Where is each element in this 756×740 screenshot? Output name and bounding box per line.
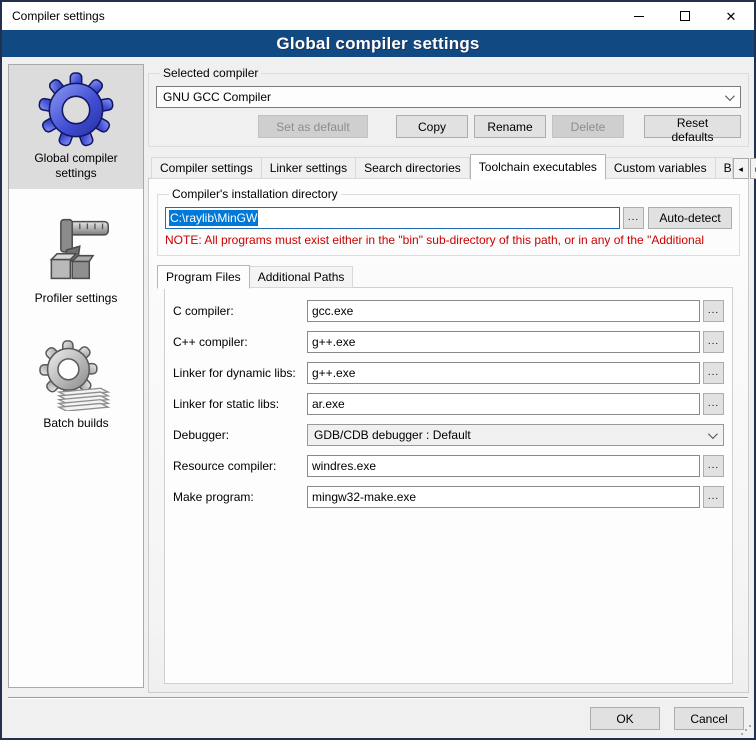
- field-label: Make program:: [173, 490, 307, 504]
- tab-custom-variables[interactable]: Custom variables: [606, 157, 716, 179]
- compiler-buttons-row: Set as default Copy Rename Delete Reset …: [156, 115, 741, 138]
- rename-button[interactable]: Rename: [474, 115, 546, 138]
- field-label: Debugger:: [173, 428, 307, 442]
- maximize-icon: [680, 11, 690, 21]
- install-dir-browse-button[interactable]: ...: [623, 207, 644, 229]
- field-row-c-compiler: C compiler: ...: [173, 300, 724, 322]
- debugger-select[interactable]: GDB/CDB debugger : Default: [307, 424, 724, 446]
- button-gap: [624, 115, 644, 138]
- maximize-button[interactable]: [662, 2, 708, 30]
- window-title: Compiler settings: [2, 9, 105, 23]
- install-dir-group: Compiler's installation directory C:\ray…: [157, 187, 740, 256]
- program-files-page: C compiler: ... C++ compiler: ... Linker…: [164, 287, 733, 684]
- banner-title: Global compiler settings: [276, 34, 479, 54]
- minimize-icon: [634, 16, 644, 17]
- copy-button[interactable]: Copy: [396, 115, 468, 138]
- button-gap: [368, 115, 396, 138]
- titlebar-spacer: [105, 2, 616, 30]
- tab-build-options[interactable]: Build: [716, 157, 733, 179]
- sidebar-item-profiler-settings[interactable]: Profiler settings: [9, 205, 143, 314]
- install-dir-note: NOTE: All programs must exist either in …: [165, 233, 732, 247]
- field-row-debugger: Debugger: GDB/CDB debugger : Default: [173, 424, 724, 446]
- linker-dynamic-input[interactable]: [307, 362, 700, 384]
- make-program-browse-button[interactable]: ...: [703, 486, 724, 508]
- resize-grip[interactable]: [741, 725, 751, 735]
- install-dir-row: C:\raylib\MinGW ... Auto-detect: [165, 207, 732, 229]
- field-label: Linker for dynamic libs:: [173, 366, 307, 380]
- sidebar-item-batch-builds[interactable]: Batch builds: [9, 330, 143, 439]
- footer-divider: [8, 697, 748, 699]
- selected-compiler-group-label: Selected compiler: [160, 66, 261, 80]
- set-as-default-button[interactable]: Set as default: [258, 115, 368, 138]
- tab-additional-paths[interactable]: Additional Paths: [250, 266, 354, 288]
- field-row-linker-static: Linker for static libs: ...: [173, 393, 724, 415]
- minimize-button[interactable]: [616, 2, 662, 30]
- settings-sidebar: Global compiler settings: [8, 64, 144, 688]
- cpp-compiler-input[interactable]: [307, 331, 700, 353]
- linker-dynamic-browse-button[interactable]: ...: [703, 362, 724, 384]
- sidebar-gap: [9, 314, 143, 330]
- field-label: Resource compiler:: [173, 459, 307, 473]
- gray-gear-stack-icon: [13, 336, 139, 414]
- install-dir-selected-text: C:\raylib\MinGW: [169, 210, 258, 226]
- close-button[interactable]: ✕: [708, 2, 754, 30]
- linker-static-input[interactable]: [307, 393, 700, 415]
- selected-compiler-group: Selected compiler GNU GCC Compiler Set a…: [148, 66, 749, 147]
- field-label: Linker for static libs:: [173, 397, 307, 411]
- sidebar-item-label: Global compiler settings: [13, 151, 139, 181]
- tab-scroll-arrows: ◂ ▸: [733, 158, 756, 179]
- cpp-compiler-browse-button[interactable]: ...: [703, 331, 724, 353]
- linker-static-browse-button[interactable]: ...: [703, 393, 724, 415]
- titlebar[interactable]: Compiler settings ✕: [2, 2, 754, 30]
- close-icon: ✕: [726, 10, 737, 23]
- footer-buttons: OK Cancel: [590, 707, 744, 730]
- reset-defaults-button[interactable]: Reset defaults: [644, 115, 741, 138]
- field-row-linker-dynamic: Linker for dynamic libs: ...: [173, 362, 724, 384]
- tab-linker-settings[interactable]: Linker settings: [262, 157, 356, 179]
- make-program-input[interactable]: [307, 486, 700, 508]
- sidebar-gap: [9, 189, 143, 205]
- compiler-settings-dialog: Compiler settings ✕ Global compiler sett…: [0, 0, 756, 740]
- field-row-resource-compiler: Resource compiler: ...: [173, 455, 724, 477]
- field-label: C compiler:: [173, 304, 307, 318]
- toolchain-executables-page: Compiler's installation directory C:\ray…: [148, 178, 749, 693]
- chevron-down-icon: [708, 429, 718, 439]
- sidebar-item-global-compiler-settings[interactable]: Global compiler settings: [9, 65, 143, 189]
- resource-compiler-browse-button[interactable]: ...: [703, 455, 724, 477]
- programs-tabstrip: Program Files Additional Paths: [157, 264, 740, 288]
- tab-compiler-settings[interactable]: Compiler settings: [151, 157, 262, 179]
- compiler-select-value: GNU GCC Compiler: [163, 90, 725, 104]
- caliper-icon: [13, 211, 139, 289]
- install-dir-group-label: Compiler's installation directory: [169, 187, 341, 201]
- c-compiler-input[interactable]: [307, 300, 700, 322]
- compiler-select[interactable]: GNU GCC Compiler: [156, 86, 741, 108]
- tab-program-files[interactable]: Program Files: [157, 265, 250, 289]
- sidebar-item-label: Profiler settings: [13, 291, 139, 306]
- field-row-cpp-compiler: C++ compiler: ...: [173, 331, 724, 353]
- field-row-make-program: Make program: ...: [173, 486, 724, 508]
- tab-scroll-left-button[interactable]: ◂: [733, 158, 749, 179]
- settings-tabstrip: Compiler settings Linker settings Search…: [148, 153, 749, 179]
- c-compiler-browse-button[interactable]: ...: [703, 300, 724, 322]
- ok-button[interactable]: OK: [590, 707, 660, 730]
- delete-button[interactable]: Delete: [552, 115, 624, 138]
- auto-detect-button[interactable]: Auto-detect: [648, 207, 732, 229]
- blue-gear-icon: [13, 71, 139, 149]
- sidebar-item-label: Batch builds: [13, 416, 139, 431]
- chevron-down-icon: [725, 91, 735, 101]
- debugger-select-value: GDB/CDB debugger : Default: [314, 428, 708, 442]
- field-label: C++ compiler:: [173, 335, 307, 349]
- dialog-banner: Global compiler settings: [2, 30, 754, 57]
- install-dir-input[interactable]: C:\raylib\MinGW: [165, 207, 620, 229]
- tab-search-directories[interactable]: Search directories: [356, 157, 470, 179]
- tab-scroll-right-button[interactable]: ▸: [750, 158, 756, 179]
- main-panel: Selected compiler GNU GCC Compiler Set a…: [148, 64, 749, 693]
- tab-toolchain-executables[interactable]: Toolchain executables: [470, 154, 606, 180]
- resource-compiler-input[interactable]: [307, 455, 700, 477]
- dialog-content: Global compiler settings: [2, 57, 754, 738]
- cancel-button[interactable]: Cancel: [674, 707, 744, 730]
